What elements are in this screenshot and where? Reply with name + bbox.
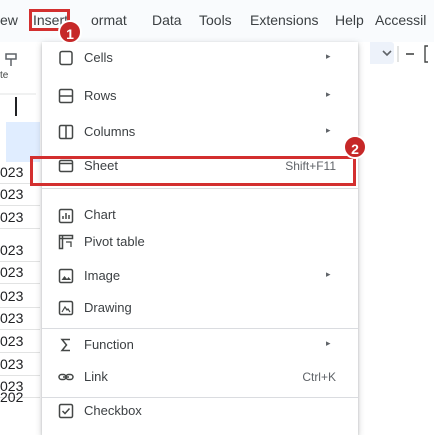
chart-icon	[58, 208, 74, 224]
cell-value[interactable]: 023	[0, 354, 40, 374]
menu-item-label: Chart	[84, 207, 116, 222]
cell-icon	[59, 50, 73, 66]
menu-item-label: Function	[84, 337, 134, 352]
menu-extensions[interactable]: Extensions	[250, 12, 318, 28]
sheet-left-strip: te 023 023 023 023 023 023 023 023 023 0…	[0, 42, 42, 435]
cell-value[interactable]: 023	[0, 331, 40, 351]
submenu-arrow-icon: ▸	[326, 89, 331, 99]
menu-item-label: Rows	[84, 88, 117, 103]
cell-value[interactable]: 023	[0, 286, 40, 306]
shortcut-label: Ctrl+K	[302, 370, 336, 384]
cell-value[interactable]: 202	[0, 387, 40, 407]
menu-item-drawing[interactable]: Drawing	[42, 292, 358, 324]
menu-item-cells[interactable]: Cells ▸	[42, 42, 358, 74]
sigma-icon	[60, 338, 70, 352]
menu-accessibility[interactable]: Accessil	[375, 12, 426, 28]
menu-item-checkbox[interactable]: Checkbox	[42, 395, 358, 427]
menu-view[interactable]: ew	[0, 12, 18, 28]
toolbar-fragment-label: te	[0, 70, 9, 81]
menu-item-label: Image	[84, 268, 121, 283]
link-icon	[58, 373, 74, 381]
image-icon	[58, 268, 74, 284]
menu-data[interactable]: Data	[152, 12, 182, 28]
paint-format-icon	[0, 53, 40, 162]
step-badge-1: 1	[58, 20, 82, 44]
highlight-chart-item	[30, 156, 356, 186]
menu-item-label: Columns	[84, 124, 136, 139]
menu-item-label: Cells	[84, 50, 113, 65]
cell-value[interactable]: 023	[0, 262, 40, 282]
menu-item-rows[interactable]: Rows ▸	[42, 80, 358, 112]
menu-item-link[interactable]: Link Ctrl+K	[42, 361, 358, 393]
menu-item-columns[interactable]: Columns ▸	[42, 116, 358, 148]
cell-value[interactable]: 023	[0, 240, 40, 260]
menu-item-image[interactable]: Image ▸	[42, 260, 358, 292]
toolbar-right	[360, 36, 434, 68]
menu-tools[interactable]: Tools	[199, 12, 232, 28]
cell-value[interactable]: 023	[0, 308, 40, 328]
menu-item-label: Checkbox	[84, 403, 142, 418]
cell-value[interactable]: 023	[0, 184, 40, 204]
submenu-arrow-icon: ▸	[326, 125, 331, 135]
menu-item-function[interactable]: Function ▸	[42, 329, 358, 361]
step-badge-2: 2	[343, 135, 367, 159]
menu-format[interactable]: ormat	[91, 12, 127, 28]
pivot-table-icon	[58, 234, 74, 250]
menu-help[interactable]: Help	[335, 12, 364, 28]
menu-item-pivot-table[interactable]: Pivot table	[42, 226, 358, 258]
columns-icon	[58, 124, 74, 140]
cell-value[interactable]: 023	[0, 207, 40, 227]
drawing-icon	[58, 300, 74, 316]
rows-icon	[58, 88, 74, 104]
menu-item-label: Link	[84, 369, 108, 384]
insert-menu-dropdown: Cells ▸ Rows ▸ Columns ▸ Sheet Shift+F11…	[42, 42, 358, 435]
toolbar-controls-icon	[360, 42, 428, 64]
menu-item-label: Pivot table	[84, 234, 145, 249]
checkbox-icon	[58, 403, 74, 419]
submenu-arrow-icon: ▸	[326, 51, 331, 61]
menu-item-label: Drawing	[84, 300, 132, 315]
submenu-arrow-icon: ▸	[326, 269, 331, 279]
submenu-arrow-icon: ▸	[326, 338, 331, 348]
